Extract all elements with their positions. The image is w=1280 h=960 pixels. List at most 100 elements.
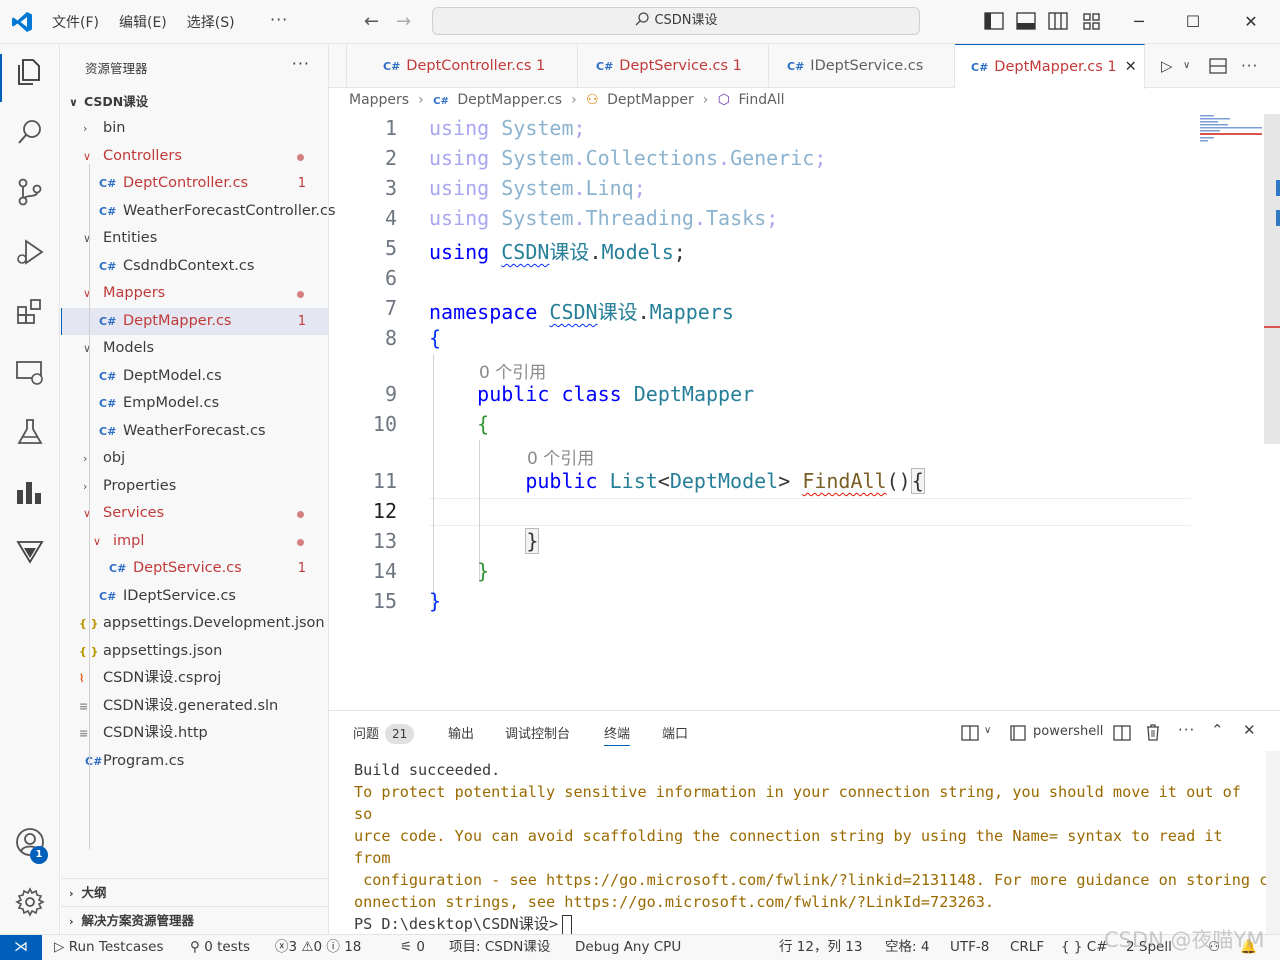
ports-status[interactable]: ⚟ 0	[400, 935, 425, 960]
tree-file[interactable]: C# WeatherForecast.cs	[61, 418, 328, 446]
tree-file[interactable]: { } appsettings.Development.json	[61, 610, 328, 638]
more-actions-icon[interactable]: ···	[1178, 721, 1195, 739]
toggle-panel-icon[interactable]	[1016, 12, 1036, 30]
problems-status[interactable]: ⓧ3 ⚠0 ⓘ 18	[275, 935, 361, 960]
toggle-secondary-sidebar-icon[interactable]	[1048, 12, 1068, 30]
remote-indicator-icon[interactable]: ⋊	[0, 935, 42, 960]
toggle-sidebar-icon[interactable]	[984, 12, 1004, 30]
back-arrow-icon[interactable]: ←	[364, 11, 379, 32]
forward-arrow-icon[interactable]: →	[396, 11, 411, 32]
panel-tab-output[interactable]: 输出	[448, 723, 474, 742]
command-center-search[interactable]: CSDN课设	[432, 7, 920, 35]
cursor-position[interactable]: 行 12，列 13	[779, 935, 862, 960]
panel-tab-ports[interactable]: 端口	[662, 723, 688, 742]
close-panel-icon[interactable]: ✕	[1243, 721, 1256, 739]
tab-idept-service[interactable]: C# IDeptService.cs	[769, 44, 955, 88]
build-config[interactable]: Debug Any CPU	[575, 935, 681, 960]
tree-folder[interactable]: ∨ Mappers	[61, 280, 328, 308]
breadcrumb-folder[interactable]: Mappers	[349, 92, 409, 108]
menu-file[interactable]: 文件(F)	[52, 12, 99, 32]
panel-tab-terminal[interactable]: 终端	[604, 723, 631, 746]
menu-more-icon[interactable]: ···	[270, 10, 288, 29]
indentation[interactable]: 空格: 4	[885, 935, 929, 960]
customize-layout-icon[interactable]	[1082, 12, 1102, 30]
tree-folder[interactable]: ∨ Controllers	[61, 143, 328, 171]
minimap[interactable]	[1198, 114, 1264, 144]
tree-file[interactable]: ≡ CSDN课设.http	[61, 720, 328, 748]
tree-file[interactable]: C# DeptModel.cs	[61, 363, 328, 391]
tree-file[interactable]: C# DeptService.cs 1	[61, 555, 328, 583]
run-debug-icon[interactable]	[14, 236, 46, 268]
encoding[interactable]: UTF-8	[950, 935, 989, 960]
code-editor[interactable]: using System; using System.Collections.G…	[329, 114, 1264, 710]
source-control-icon[interactable]	[14, 176, 46, 208]
tree-file[interactable]: ≡ CSDN课设.generated.sln	[61, 693, 328, 721]
line-ending[interactable]: CRLF	[1010, 935, 1044, 960]
tree-folder[interactable]: › bin	[61, 115, 328, 143]
workspace-root[interactable]: ∨ CSDN课设	[69, 91, 148, 110]
run-testcases[interactable]: ▷ Run Testcases	[54, 935, 164, 960]
maximize-icon[interactable]: ☐	[1178, 8, 1208, 36]
panel-tab-problems[interactable]: 问题 21	[353, 723, 415, 744]
tree-item-label: CSDN课设.http	[103, 725, 208, 741]
panel-scrollbar[interactable]	[1266, 751, 1280, 935]
tab-dept-mapper[interactable]: C# DeptMapper.cs 1 ✕	[955, 44, 1145, 89]
tree-file[interactable]: ⌇ CSDN课设.csproj	[61, 665, 328, 693]
tree-file[interactable]: { } appsettings.json	[61, 638, 328, 666]
vertical-scrollbar[interactable]	[1264, 114, 1280, 444]
codelens-references[interactable]: 0 个引用	[479, 358, 546, 383]
close-window-icon[interactable]: ✕	[1236, 8, 1266, 36]
more-actions-icon[interactable]: ···	[1241, 44, 1258, 88]
search-icon[interactable]	[14, 116, 46, 148]
menu-edit[interactable]: 编辑(E)	[119, 12, 167, 32]
tab-dept-controller[interactable]: C# DeptController.cs 1	[347, 44, 578, 88]
breadcrumb-file[interactable]: DeptMapper.cs	[457, 92, 562, 108]
testing-icon[interactable]	[14, 416, 46, 448]
tree-file[interactable]: C# DeptController.cs 1	[61, 170, 328, 198]
chevron-down-icon[interactable]: ∨	[1183, 44, 1190, 88]
trash-icon[interactable]	[1145, 724, 1161, 741]
run-file-icon[interactable]: ▷	[1161, 44, 1173, 88]
outline-section[interactable]: › 大纲	[61, 878, 328, 906]
tree-file[interactable]: C# IDeptService.cs	[61, 583, 328, 611]
tree-file[interactable]: C# CsdndbContext.cs	[61, 253, 328, 281]
tree-folder[interactable]: ∨ Models	[61, 335, 328, 363]
terminal-line: To protect potentially sensitive informa…	[354, 783, 1241, 823]
chevron-right-icon: ›	[83, 122, 88, 135]
language-mode[interactable]: { } C#	[1061, 935, 1108, 960]
filter-icon[interactable]	[14, 536, 46, 568]
explorer-more-icon[interactable]: ···	[292, 54, 310, 73]
breadcrumb-class[interactable]: DeptMapper	[607, 92, 694, 108]
explorer-icon[interactable]	[14, 56, 46, 88]
tree-file[interactable]: C# DeptMapper.cs 1	[61, 307, 328, 335]
close-tab-icon[interactable]: ✕	[1125, 59, 1137, 75]
layout-icon[interactable]	[961, 725, 979, 741]
terminal-shell-label[interactable]: powershell	[1033, 724, 1103, 739]
chevron-down-icon[interactable]: ∨	[984, 725, 991, 736]
tree-folder[interactable]: › Properties	[61, 473, 328, 501]
solution-explorer-section[interactable]: › 解决方案资源管理器	[61, 906, 328, 934]
panel-tab-debug-console[interactable]: 调试控制台	[505, 723, 570, 742]
codelens-references[interactable]: 0 个引用	[527, 444, 594, 469]
tests-status[interactable]: ⚲ 0 tests	[190, 935, 250, 960]
tree-folder[interactable]: ∨ Entities	[61, 225, 328, 253]
chart-icon[interactable]	[14, 476, 46, 508]
menu-selection[interactable]: 选择(S)	[187, 12, 235, 32]
minimize-icon[interactable]: ─	[1124, 8, 1154, 36]
remote-explorer-icon[interactable]	[14, 356, 46, 388]
extensions-icon[interactable]	[14, 296, 46, 328]
terminal-output[interactable]: Build succeeded. To protect potentially …	[354, 759, 1268, 935]
tree-folder[interactable]: › obj	[61, 445, 328, 473]
split-terminal-icon[interactable]	[1113, 725, 1131, 741]
tree-folder[interactable]: ∨ Services	[61, 500, 328, 528]
project-status[interactable]: 项目: CSDN课设	[449, 935, 550, 960]
tree-file[interactable]: C# WeatherForecastController.cs	[61, 198, 336, 226]
tree-folder[interactable]: ∨ impl	[61, 528, 328, 556]
maximize-panel-icon[interactable]: ⌃	[1211, 721, 1224, 739]
tree-file[interactable]: C# EmpModel.cs	[61, 390, 328, 418]
tree-file[interactable]: C# Program.cs	[61, 748, 328, 776]
breadcrumb-method[interactable]: FindAll	[738, 92, 784, 108]
split-editor-icon[interactable]	[1209, 58, 1227, 74]
gear-icon[interactable]	[14, 886, 46, 918]
tab-dept-service[interactable]: C# DeptService.cs 1	[578, 44, 769, 88]
